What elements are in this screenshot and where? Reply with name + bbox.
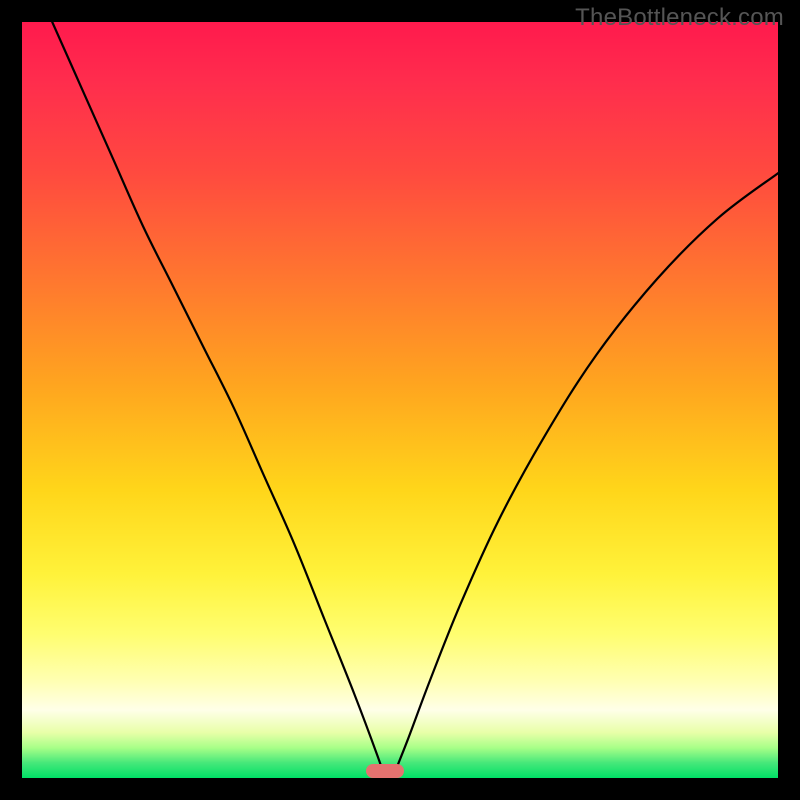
bottleneck-curve: [22, 22, 778, 778]
chart-frame: TheBottleneck.com: [0, 0, 800, 800]
curve-left-branch: [52, 22, 385, 778]
curve-right-branch: [392, 173, 778, 778]
minimum-marker: [366, 764, 404, 778]
watermark-text: TheBottleneck.com: [575, 4, 784, 32]
plot-area: [22, 22, 778, 778]
